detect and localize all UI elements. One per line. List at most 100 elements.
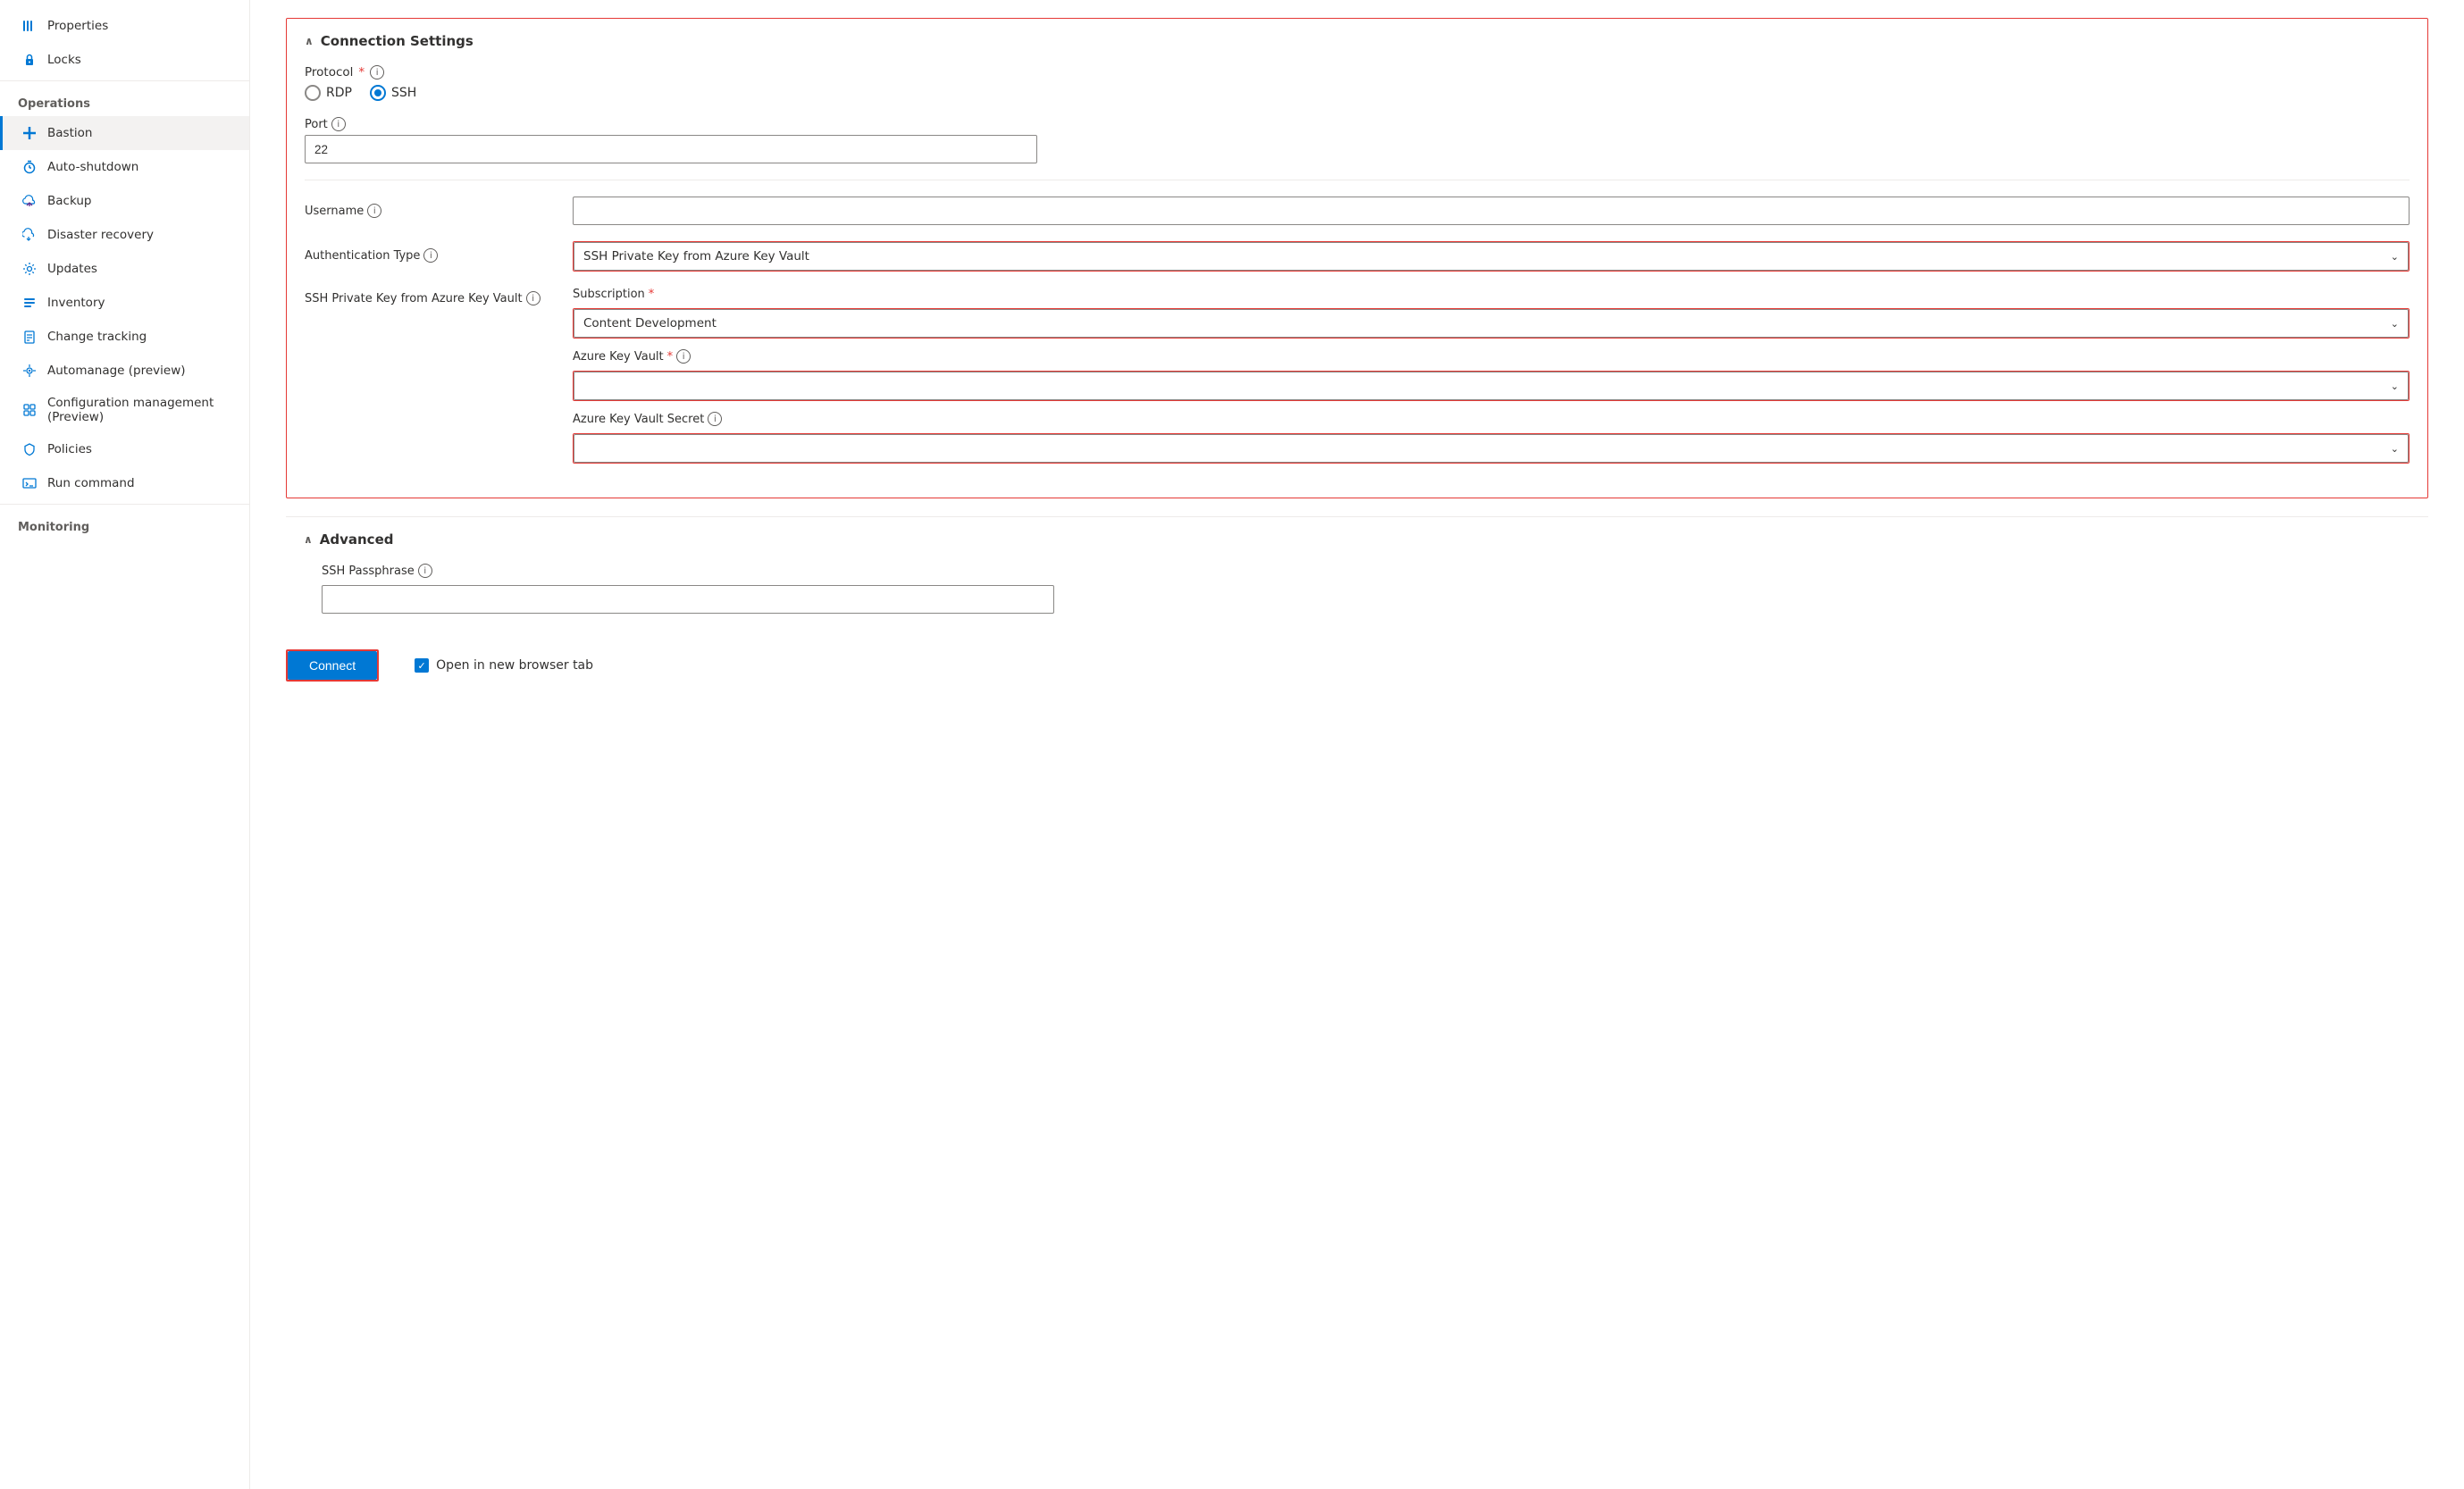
section-label-monitoring: Monitoring [0,508,249,540]
azure-key-vault-dropdown[interactable]: ⌄ [574,372,2409,400]
advanced-section: ∧ Advanced SSH Passphrase i [286,516,2428,632]
cloud-sync-icon [21,226,38,244]
connection-settings-panel: ∧ Connection Settings Protocol * i RDP S… [286,18,2428,498]
ssh-radio[interactable] [370,85,386,101]
username-label: Username [305,205,364,218]
cloud-icon [21,192,38,210]
auth-type-label-area: Authentication Type i [305,241,555,266]
list-icon [21,294,38,312]
azure-secret-info-icon[interactable]: i [708,412,722,426]
ssh-passphrase-info-icon[interactable]: i [418,564,432,578]
sidebar-item-policies[interactable]: Policies [0,432,249,466]
sidebar-item-auto-shutdown[interactable]: Auto-shutdown [0,150,249,184]
doc-icon [21,328,38,346]
username-row: Username i [305,197,2410,225]
protocol-rdp-option[interactable]: RDP [305,85,352,101]
ssh-passphrase-input[interactable] [322,585,1054,614]
open-new-tab-checkbox[interactable] [415,658,429,673]
azure-key-vault-field: Azure Key Vault * i ⌄ [573,349,2410,401]
port-input[interactable] [305,135,1037,163]
main-content: ∧ Connection Settings Protocol * i RDP S… [250,0,2464,1489]
subscription-chevron-icon: ⌄ [2391,318,2399,330]
sidebar-item-bastion[interactable]: Bastion [0,116,249,150]
sidebar-item-updates[interactable]: Updates [0,252,249,286]
protocol-ssh-option[interactable]: SSH [370,85,416,101]
sidebar-item-run-command-label: Run command [47,476,135,490]
lock-icon [21,51,38,69]
subscription-label: Subscription [573,288,645,301]
sidebar-item-config-mgmt[interactable]: Configuration management (Preview) [0,388,249,432]
sidebar-item-inventory-label: Inventory [47,296,105,310]
azure-key-vault-dropdown-wrapper: ⌄ [573,371,2410,401]
sidebar-item-locks[interactable]: Locks [0,43,249,77]
azure-key-vault-required: * [667,350,674,364]
sparkle-icon [21,362,38,380]
port-info-icon[interactable]: i [331,117,346,131]
bottom-action-row: Connect Open in new browser tab [286,649,2428,682]
azure-key-vault-info-icon[interactable]: i [676,349,691,364]
azure-secret-dropdown[interactable]: ⌄ [574,434,2409,463]
port-row: Port i [305,117,2410,163]
sidebar-item-run-command[interactable]: Run command [0,466,249,500]
ssh-passphrase-section: SSH Passphrase i [322,564,2410,614]
terminal-icon [21,474,38,492]
sidebar-item-inventory[interactable]: Inventory [0,286,249,320]
open-new-tab-row: Open in new browser tab [415,658,593,673]
sidebar-item-locks-label: Locks [47,53,81,67]
chevron-up-icon: ∧ [305,35,314,47]
auth-type-chevron-icon: ⌄ [2391,251,2399,263]
azure-secret-label: Azure Key Vault Secret [573,413,704,426]
subscription-dropdown-wrapper: Content Development ⌄ [573,308,2410,339]
ssh-key-row: SSH Private Key from Azure Key Vault i S… [305,288,2410,464]
subscription-value: Content Development [583,316,717,330]
username-label-area: Username i [305,197,555,222]
divider-monitoring [0,504,249,505]
protocol-radio-group: RDP SSH [305,85,2410,101]
sidebar-item-disaster-recovery[interactable]: Disaster recovery [0,218,249,252]
protocol-section: Protocol * i RDP SSH [305,65,2410,101]
sidebar-item-automanage[interactable]: Automanage (preview) [0,354,249,388]
connect-button[interactable]: Connect [288,651,377,680]
ssh-key-info-icon[interactable]: i [526,291,541,305]
protocol-info-icon[interactable]: i [370,65,384,79]
username-input-area [573,197,2410,225]
sidebar: Properties Locks Operations Bastion [0,0,250,1489]
port-label: Port i [305,117,1037,131]
shield-icon [21,440,38,458]
ssh-key-label-area: SSH Private Key from Azure Key Vault i [305,288,555,309]
subscription-dropdown[interactable]: Content Development ⌄ [574,309,2409,338]
sidebar-item-backup[interactable]: Backup [0,184,249,218]
clock-icon [21,158,38,176]
gear-icon [21,260,38,278]
username-info-icon[interactable]: i [367,204,381,218]
open-new-tab-label: Open in new browser tab [436,658,593,673]
azure-secret-chevron-icon: ⌄ [2391,443,2399,455]
azure-secret-field: Azure Key Vault Secret i ⌄ [573,412,2410,464]
auth-type-dropdown[interactable]: SSH Private Key from Azure Key Vault ⌄ [574,242,2409,271]
azure-secret-dropdown-wrapper: ⌄ [573,433,2410,464]
username-input[interactable] [573,197,2410,225]
connection-settings-title: Connection Settings [321,33,474,49]
ssh-key-label: SSH Private Key from Azure Key Vault [305,292,523,305]
subscription-required: * [649,288,655,301]
auth-type-row: Authentication Type i SSH Private Key fr… [305,241,2410,272]
ssh-label: SSH [391,86,416,100]
auth-type-dropdown-wrapper: SSH Private Key from Azure Key Vault ⌄ [573,241,2410,272]
config-icon [21,401,38,419]
connection-settings-header: ∧ Connection Settings [305,33,2410,49]
sidebar-item-updates-label: Updates [47,262,97,276]
sidebar-item-backup-label: Backup [47,194,92,208]
cross-icon [21,124,38,142]
rdp-radio[interactable] [305,85,321,101]
protocol-label: Protocol * i [305,65,2410,79]
azure-key-vault-label: Azure Key Vault [573,350,664,364]
rdp-label: RDP [326,86,352,100]
sidebar-item-disaster-recovery-label: Disaster recovery [47,228,154,242]
sidebar-item-properties[interactable]: Properties [0,9,249,43]
sidebar-item-auto-shutdown-label: Auto-shutdown [47,160,138,174]
sidebar-item-change-tracking[interactable]: Change tracking [0,320,249,354]
subscription-field: Subscription * Content Development ⌄ [573,288,2410,339]
sidebar-item-change-tracking-label: Change tracking [47,330,147,344]
auth-type-info-icon[interactable]: i [423,248,438,263]
bars-icon [21,17,38,35]
